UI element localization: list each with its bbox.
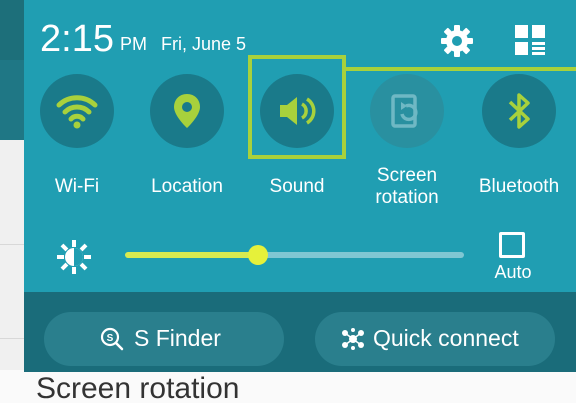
divider [0,244,24,245]
brightness-icon [57,240,91,274]
background-list-item-label: Screen rotation [36,372,240,403]
wifi-icon [56,95,98,129]
screen-rotation-toggle[interactable] [370,74,444,148]
wifi-toggle[interactable] [40,74,114,148]
s-finder-icon: S [100,327,124,351]
quick-panel-grid-icon[interactable] [514,24,546,56]
wifi-label: Wi-Fi [54,176,100,197]
screen-rotation-label-line1: Screen [376,165,438,186]
brightness-slider-filled[interactable] [125,252,259,258]
highlight-pointer-line [346,67,576,71]
background-app-header [0,0,24,60]
auto-brightness-label: Auto [494,262,532,282]
s-finder-label: S Finder [134,325,221,351]
status-time: 2:15 [40,18,114,60]
location-label: Location [151,176,223,197]
brightness-slider-thumb[interactable] [248,245,268,265]
svg-text:S: S [107,333,114,344]
screen-rotation-icon [391,94,418,128]
background-app-band [0,60,24,140]
gear-icon[interactable] [440,24,474,58]
background-settings-list: Screen rotation [0,370,576,403]
s-finder-button[interactable]: S S Finder [44,312,284,366]
quick-connect-label: Quick connect [373,325,519,351]
quick-connect-icon [342,328,364,350]
location-pin-icon [174,94,200,128]
sound-label: Sound [269,176,325,197]
status-ampm: PM [120,34,147,54]
screen-rotation-label-line2: rotation [375,187,439,208]
screen-rotation-label: Screen rotation [352,165,462,209]
quick-connect-button[interactable]: Quick connect [315,312,555,366]
status-date: Fri, June 5 [161,34,247,54]
brightness-slider-track[interactable] [259,252,464,258]
auto-brightness-checkbox[interactable] [499,232,525,258]
background-app-edge [0,0,24,403]
bluetooth-toggle[interactable] [482,74,556,148]
divider [0,338,24,339]
location-toggle[interactable] [150,74,224,148]
bluetooth-label: Bluetooth [478,176,560,197]
bluetooth-icon [508,93,530,129]
sound-highlight-box [248,55,346,159]
